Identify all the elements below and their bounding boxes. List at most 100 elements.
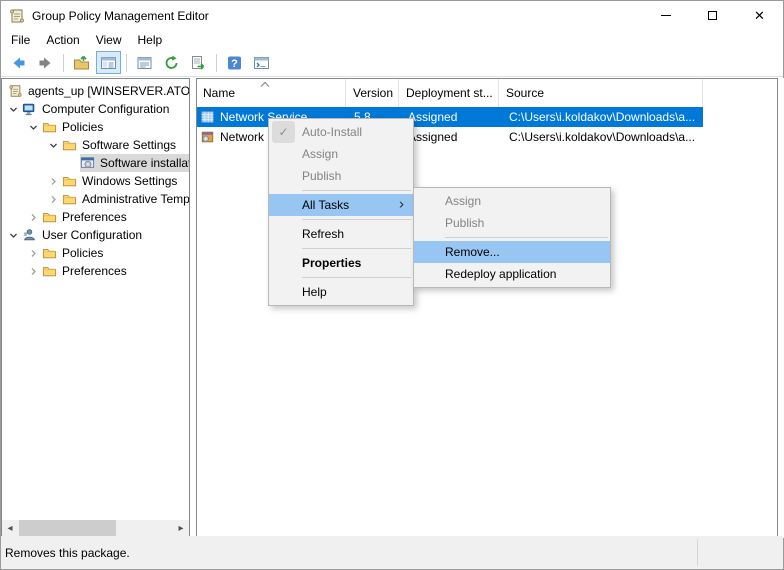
menu-file[interactable]: File	[3, 32, 38, 48]
chevron-collapsed-icon[interactable]	[49, 177, 58, 186]
chevron-expanded-icon[interactable]	[9, 105, 18, 114]
user-icon	[22, 228, 37, 242]
window-title: Group Policy Management Editor	[32, 9, 209, 23]
close-button[interactable]: ✕	[736, 1, 783, 30]
help-button[interactable]	[222, 51, 247, 74]
submenu-item-remove[interactable]: Remove...	[414, 241, 610, 263]
menu-item-label: All Tasks	[302, 198, 349, 212]
tree-item-label: Computer Configuration	[42, 102, 169, 116]
minimize-button[interactable]	[642, 1, 689, 30]
scroll-right-arrow[interactable]: ▸	[173, 520, 189, 537]
package-source: C:\Users\i.koldakov\Downloads\a...	[499, 110, 703, 124]
up-level-button[interactable]	[69, 51, 94, 74]
computer-icon	[22, 102, 37, 116]
column-header-name[interactable]: Name	[197, 79, 346, 107]
sort-ascending-icon	[260, 81, 270, 88]
menu-item-label: Refresh	[302, 227, 344, 241]
export-list-button[interactable]	[186, 51, 211, 74]
column-header-deployment-state[interactable]: Deployment st...	[399, 79, 499, 107]
tree-item-computer-configuration[interactable]: Computer Configuration	[2, 100, 189, 118]
new-window-button[interactable]	[249, 51, 274, 74]
new-window-icon	[253, 55, 270, 71]
menu-view[interactable]: View	[88, 32, 130, 48]
column-header-version[interactable]: Version	[346, 79, 399, 107]
up-folder-icon	[73, 55, 90, 71]
refresh-button[interactable]	[159, 51, 184, 74]
tree-item-label: Preferences	[62, 210, 127, 224]
tree-item-label: Preferences	[62, 264, 127, 278]
tree-item-label: Policies	[62, 120, 103, 134]
package-deployment-state: Assigned	[399, 110, 499, 124]
folder-icon	[62, 192, 77, 206]
menu-action[interactable]: Action	[38, 32, 87, 48]
folder-icon	[42, 210, 57, 224]
folder-icon	[62, 138, 77, 152]
context-menu-item-properties[interactable]: Properties	[269, 252, 413, 274]
submenu-item-assign[interactable]: Assign	[414, 190, 610, 212]
tree-item-gpo-root[interactable]: agents_up [WINSERVER.ATOMS	[2, 82, 189, 100]
chevron-collapsed-icon[interactable]	[29, 213, 38, 222]
menu-separator	[302, 219, 411, 220]
show-console-tree-button[interactable]	[96, 51, 121, 74]
menu-item-label: Assign	[445, 194, 481, 208]
export-list-icon	[190, 55, 207, 71]
properties-button[interactable]	[132, 51, 157, 74]
tree-item-label: Windows Settings	[82, 174, 177, 188]
folder-icon	[62, 174, 77, 188]
close-icon: ✕	[754, 9, 765, 22]
chevron-expanded-icon[interactable]	[29, 123, 38, 132]
menu-separator	[445, 237, 608, 238]
menu-item-label: Help	[302, 285, 327, 299]
tree-item-preferences[interactable]: Preferences	[2, 208, 189, 226]
status-text: Removes this package.	[5, 546, 130, 560]
tree-item-label: Software installat	[100, 156, 189, 170]
submenu-arrow-icon: ›	[399, 195, 404, 212]
tree-item-user-configuration[interactable]: User Configuration	[2, 226, 189, 244]
chevron-expanded-icon[interactable]	[9, 231, 18, 240]
scrollbar-thumb[interactable]	[19, 520, 116, 537]
tree-item-label: Administrative Temp	[82, 192, 189, 206]
tree-item-user-preferences[interactable]: Preferences	[2, 262, 189, 280]
folder-icon	[42, 246, 57, 260]
all-tasks-submenu: Assign Publish Remove... Redeploy applic…	[413, 187, 611, 288]
menu-separator	[302, 248, 411, 249]
tree-item-user-policies[interactable]: Policies	[2, 244, 189, 262]
tree-item-windows-settings[interactable]: Windows Settings	[2, 172, 189, 190]
context-menu-item-all-tasks[interactable]: All Tasks ›	[269, 194, 413, 216]
list-header: Name Version Deployment st... Source	[197, 79, 777, 107]
menu-item-label: Properties	[302, 256, 361, 270]
context-menu-item-publish[interactable]: Publish	[269, 165, 413, 187]
maximize-button[interactable]	[689, 1, 736, 30]
submenu-item-publish[interactable]: Publish	[414, 212, 610, 234]
tree-item-label: Software Settings	[82, 138, 176, 152]
chevron-collapsed-icon[interactable]	[49, 195, 58, 204]
back-button[interactable]	[6, 51, 31, 74]
tree-item-administrative-templates[interactable]: Administrative Temp	[2, 190, 189, 208]
tree-horizontal-scrollbar[interactable]: ◂ ▸	[2, 520, 189, 537]
forward-button[interactable]	[33, 51, 58, 74]
chevron-expanded-icon[interactable]	[49, 141, 58, 150]
submenu-item-redeploy-application[interactable]: Redeploy application	[414, 263, 610, 285]
column-header-source[interactable]: Source	[499, 79, 703, 107]
tree-item-label: Policies	[62, 246, 103, 260]
tree-item-software-settings[interactable]: Software Settings	[2, 136, 189, 154]
chevron-collapsed-icon[interactable]	[29, 249, 38, 258]
menu-item-label: Publish	[445, 216, 484, 230]
chevron-collapsed-icon[interactable]	[29, 267, 38, 276]
context-menu-item-refresh[interactable]: Refresh	[269, 223, 413, 245]
menu-item-label: Redeploy application	[445, 267, 556, 281]
context-menu-item-assign[interactable]: Assign	[269, 143, 413, 165]
status-bar: Removes this package.	[1, 536, 783, 569]
gpo-scroll-icon	[8, 84, 23, 98]
context-menu-item-help[interactable]: Help	[269, 281, 413, 303]
console-tree-icon	[100, 55, 117, 71]
status-bar-divider	[697, 539, 698, 566]
help-icon	[226, 55, 243, 71]
menu-item-label: Publish	[302, 169, 341, 183]
tree-item-policies[interactable]: Policies	[2, 118, 189, 136]
menu-bar: File Action View Help	[1, 30, 783, 49]
menu-help[interactable]: Help	[130, 32, 171, 48]
context-menu-item-auto-install[interactable]: ✓ Auto-Install	[269, 121, 413, 143]
scroll-left-arrow[interactable]: ◂	[2, 520, 18, 537]
tree-item-software-installation[interactable]: Software installat	[2, 154, 189, 172]
